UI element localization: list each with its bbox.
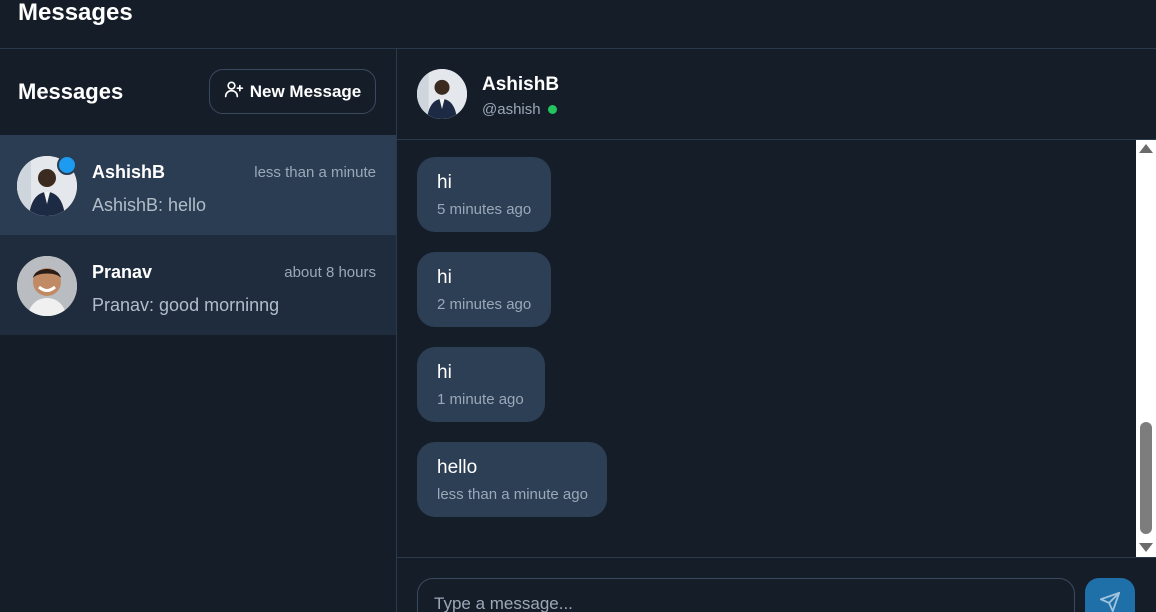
page-title: Messages (18, 0, 133, 26)
scroll-down-arrow-icon[interactable] (1139, 543, 1153, 552)
chat-contact-handle: @ashish (482, 101, 541, 118)
scroll-thumb[interactable] (1140, 422, 1152, 534)
online-status-indicator (548, 105, 557, 114)
message-composer (397, 557, 1156, 612)
message-scrollbar[interactable] (1136, 140, 1156, 557)
message-time: 1 minute ago (437, 391, 524, 408)
sidebar-header: Messages New Message (0, 49, 396, 135)
unread-indicator (57, 155, 77, 175)
message-time: less than a minute ago (437, 486, 588, 503)
chat-header: AshishB @ashish (397, 49, 1156, 140)
message-text: hello (437, 457, 478, 478)
message-text: hi (437, 362, 452, 383)
conversation-item-pranav[interactable]: Pranav about 8 hours Pranav: good mornin… (0, 235, 396, 335)
message-text: hi (437, 267, 452, 288)
top-bar: Messages (0, 0, 1156, 49)
conversation-preview: Pranav: good morninng (92, 295, 280, 315)
conversation-preview: AshishB: hello (92, 195, 207, 215)
message-bubble: hi 2 minutes ago (417, 252, 551, 327)
message-bubble: hi 5 minutes ago (417, 157, 551, 232)
conversation-time: less than a minute (254, 164, 376, 181)
chat-avatar[interactable] (417, 69, 467, 119)
message-text: hi (437, 172, 452, 193)
conversation-sidebar: Messages New Message AshishB less than a… (0, 49, 397, 612)
send-icon (1099, 591, 1121, 612)
avatar (17, 256, 77, 316)
conversation-item-ashishb[interactable]: AshishB less than a minute AshishB: hell… (0, 135, 396, 235)
chat-panel: AshishB @ashish hi 5 minutes ago hi 2 mi… (397, 49, 1156, 612)
messages-app: Messages Messages New Message AshishB le… (0, 0, 1156, 612)
message-time: 2 minutes ago (437, 296, 532, 313)
message-bubble: hello less than a minute ago (417, 442, 607, 517)
sidebar-title: Messages (18, 79, 124, 104)
conversation-name: AshishB (92, 162, 166, 182)
chat-contact-name: AshishB (482, 74, 560, 95)
conversation-name: Pranav (92, 262, 153, 282)
add-user-icon (224, 79, 244, 104)
conversation-time: about 8 hours (284, 264, 376, 281)
message-bubble: hi 1 minute ago (417, 347, 545, 422)
send-button[interactable] (1085, 578, 1135, 612)
message-time: 5 minutes ago (437, 201, 532, 218)
message-input[interactable] (417, 578, 1075, 612)
message-list: hi 5 minutes ago hi 2 minutes ago hi 1 m… (397, 140, 1156, 557)
new-message-label: New Message (249, 81, 362, 101)
new-message-button[interactable]: New Message (209, 69, 376, 114)
scroll-up-arrow-icon[interactable] (1139, 144, 1153, 153)
